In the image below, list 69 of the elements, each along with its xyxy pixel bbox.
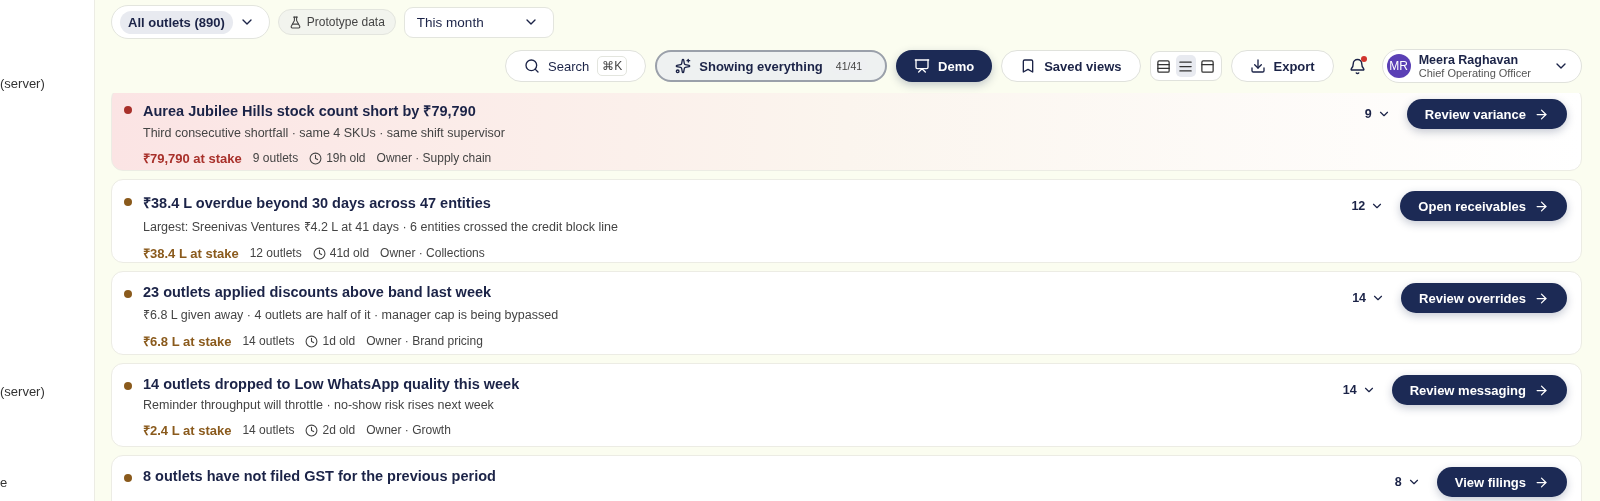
saved-views-button[interactable]: Saved views [1001, 50, 1141, 82]
alert-detail: ₹6.8 L given away · 4 outlets are half of it · manager cap is being bypassed [143, 307, 559, 323]
layout-icon [1200, 58, 1216, 74]
arrow-right-icon [1534, 106, 1549, 122]
count-toggle[interactable]: 14 [1352, 291, 1386, 305]
sidebar-item[interactable]: (server) [0, 76, 94, 92]
layout-icon [1178, 58, 1194, 74]
outlet-filter[interactable]: All outlets (890) [111, 5, 270, 39]
action-button[interactable]: Review messaging [1391, 375, 1567, 405]
outlet-count: 14 outlets [242, 423, 295, 437]
clock-icon [309, 151, 323, 165]
layout-icon [1156, 58, 1172, 74]
shortcut-hint: ⌘K [597, 56, 628, 76]
alert-detail: Largest: Sreenivas Ventures ₹4.2 L at 41 days · 6 entities crossed the credit block line [143, 219, 618, 235]
sidebar-item[interactable]: (server) [0, 384, 94, 400]
scope-button[interactable]: Showing everything 41/41 [655, 50, 888, 82]
alert-title: Aurea Jubilee Hills stock count short by ₹79,790 [143, 102, 477, 120]
alert-age: 41d old [312, 246, 370, 260]
alert-owner: Owner · Growth [366, 423, 451, 437]
arrow-right-icon [1534, 474, 1549, 490]
stake-amount: ₹38.4 L at stake [143, 245, 239, 262]
user-name: Meera Raghavan [1418, 53, 1519, 67]
sparkle-icon [675, 58, 692, 74]
alert-age: 2d old [305, 423, 356, 437]
prototype-badge: Prototype data [277, 9, 396, 35]
clock-icon [312, 246, 326, 260]
alert-detail: Reminder throughput will throttle · no-show risk rises next week [143, 398, 495, 412]
density-option[interactable] [1175, 55, 1196, 77]
clock-icon [305, 334, 319, 348]
stake-amount: ₹79,790 at stake [143, 150, 242, 167]
demo-button[interactable]: Demo [896, 50, 993, 82]
outlet-count: 12 outlets [249, 246, 302, 260]
export-button[interactable]: Export [1230, 50, 1334, 82]
flask-icon [288, 15, 302, 29]
count-toggle[interactable]: 12 [1351, 199, 1385, 213]
alert-title: ₹38.4 L overdue beyond 30 days across 47 entities [143, 194, 492, 212]
action-button[interactable]: Review overrides [1401, 283, 1567, 313]
user-role: Chief Operating Officer [1418, 66, 1531, 79]
avatar: MR [1386, 54, 1411, 78]
search-button[interactable]: Search ⌘K [505, 50, 647, 82]
arrow-right-icon [1534, 198, 1549, 214]
alert-detail: Third consecutive shortfall · same 4 SKUs · same shift supervisor [143, 126, 505, 140]
stake-amount: ₹2.4 L at stake [143, 422, 232, 439]
alert-title: 14 outlets dropped to Low WhatsApp quality this week [143, 376, 520, 392]
outlet-count: 9 outlets [252, 151, 299, 165]
period-select[interactable]: This month [403, 6, 554, 38]
outlet-count: 14 outlets [242, 334, 295, 348]
arrow-right-icon [1534, 290, 1549, 306]
alert-owner: Owner · Collections [380, 246, 485, 260]
presentation-icon [914, 58, 931, 74]
alert-title: 8 outlets have not filed GST for the previous period [143, 468, 496, 484]
action-button[interactable]: View filings [1436, 467, 1567, 497]
stake-amount: ₹6.8 L at stake [143, 333, 232, 350]
action-button[interactable]: Review variance [1406, 99, 1567, 129]
clock-icon [305, 423, 319, 437]
alert-age: 19h old [309, 151, 366, 165]
alert-title: 23 outlets applied discounts above band last week [143, 284, 493, 300]
count-toggle[interactable]: 9 [1364, 107, 1391, 121]
action-button[interactable]: Open receivables [1400, 191, 1567, 221]
download-icon [1249, 58, 1266, 74]
bell-icon [1349, 57, 1367, 75]
arrow-right-icon [1534, 382, 1549, 398]
count-toggle[interactable]: 8 [1394, 475, 1421, 489]
alert-age: 1d old [305, 334, 356, 348]
alert-owner: Owner · Supply chain [376, 151, 492, 165]
count-toggle[interactable]: 14 [1342, 383, 1376, 397]
sidebar-item[interactable]: e [0, 475, 94, 491]
alert-owner: Owner · Brand pricing [366, 334, 483, 348]
search-icon [524, 58, 541, 74]
